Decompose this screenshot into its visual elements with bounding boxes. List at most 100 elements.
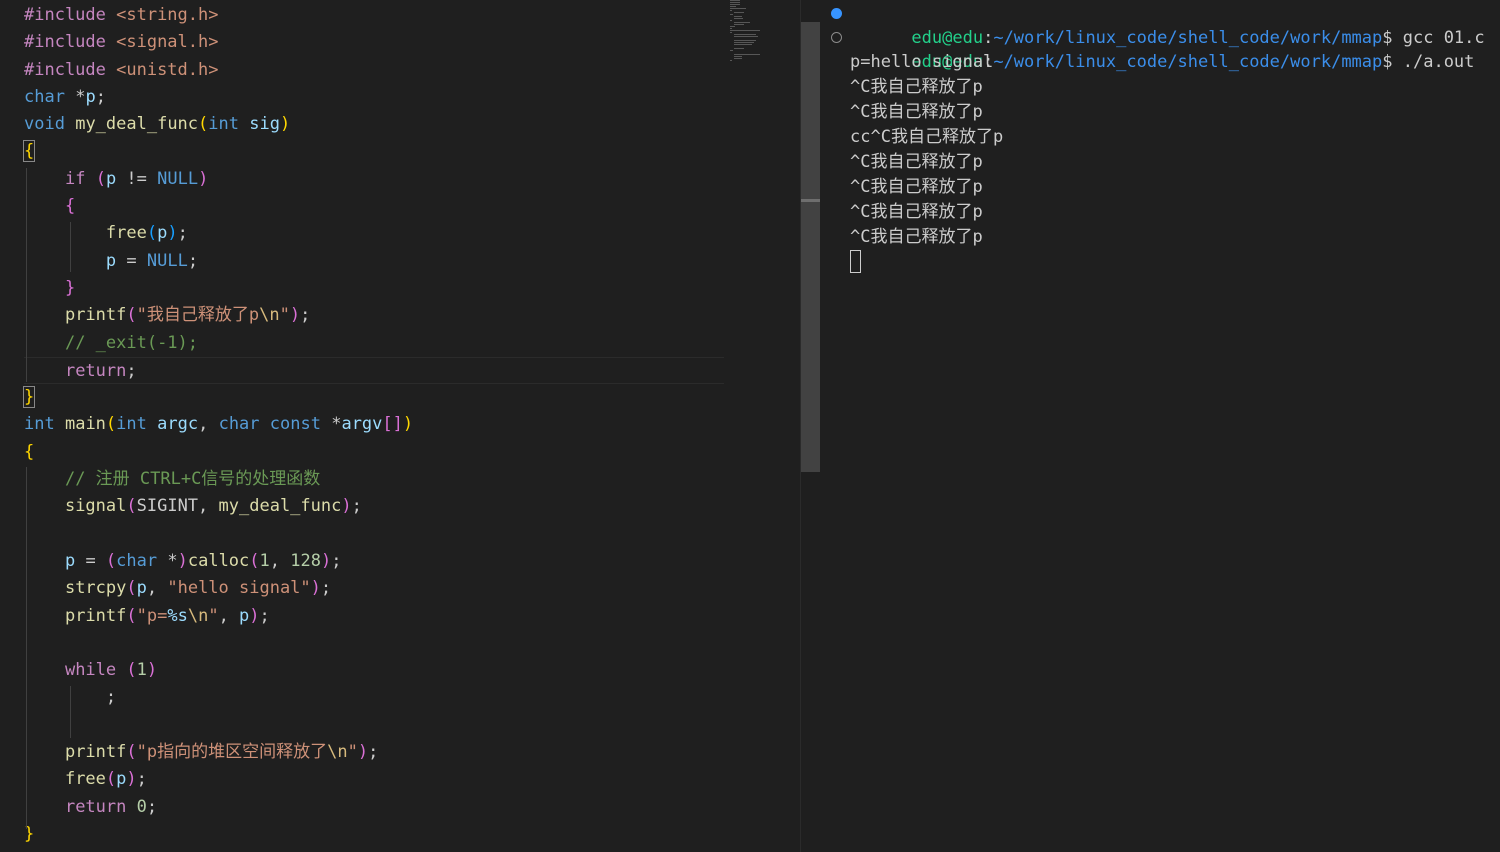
code-line[interactable]: void my_deal_func(int sig) — [24, 111, 724, 138]
code-line[interactable]: p = NULL; — [24, 248, 724, 275]
code-line[interactable]: } — [24, 821, 724, 848]
minimap-line — [730, 20, 732, 21]
indent-guide — [26, 467, 27, 829]
code-line[interactable]: #include <string.h> — [24, 2, 724, 29]
code-line[interactable]: { — [24, 193, 724, 220]
command-success-decoration-icon[interactable] — [831, 8, 842, 19]
code-line[interactable]: strcpy(p, "hello signal"); — [24, 575, 724, 602]
code-token: char — [24, 86, 65, 107]
minimap-line — [730, 14, 733, 15]
code-token: \n — [259, 305, 280, 326]
terminal-output-line: ^C我自己释放了p — [850, 102, 983, 122]
code-line[interactable]: return 0; — [24, 794, 724, 821]
prompt-symbol: $ — [1382, 52, 1403, 72]
code-token: // _exit(-1); — [64, 332, 199, 353]
code-token: 128 — [290, 550, 321, 571]
code-token: " — [208, 605, 219, 626]
terminal-output-line: p=hello signal — [850, 52, 994, 72]
code-line[interactable]: if (p != NULL) — [24, 166, 724, 193]
code-token: p — [136, 578, 147, 599]
terminal-output-line: ^C我自己释放了p — [850, 227, 983, 247]
code-token: #include — [24, 5, 117, 25]
code-token: const — [269, 414, 321, 435]
editor-scrollbar-thumb[interactable] — [801, 22, 820, 472]
code-line[interactable]: ; — [24, 684, 724, 711]
code-token: p — [85, 86, 96, 107]
code-line[interactable]: // _exit(-1); — [24, 330, 724, 357]
minimap-line — [734, 44, 752, 45]
code-token: " — [347, 742, 358, 763]
code-token: ( — [126, 660, 137, 681]
code-line[interactable] — [24, 630, 724, 657]
terminal-panel[interactable]: edu@edu:~/work/linux_code/shell_code/wor… — [821, 0, 1500, 852]
code-line[interactable]: signal(SIGINT, my_deal_func); — [24, 493, 724, 520]
minimap-line — [730, 0, 740, 1]
code-token: , — [218, 605, 240, 626]
minimap-line — [734, 16, 742, 17]
code-line[interactable]: { — [22, 138, 724, 165]
code-line[interactable] — [24, 712, 724, 739]
code-line[interactable]: } — [24, 275, 724, 302]
terminal-cursor — [850, 250, 861, 273]
workbench: #include <string.h> #include <signal.h> #i… — [0, 0, 1500, 852]
code-line[interactable]: p = (char *)calloc(1, 128); — [24, 548, 724, 575]
code-token: ) — [177, 550, 188, 571]
code-token: int — [116, 414, 147, 435]
minimap[interactable] — [730, 0, 790, 70]
code-token: if — [64, 168, 86, 189]
code-token: 1 — [136, 660, 147, 681]
minimap-line — [730, 8, 746, 9]
minimap-line — [734, 48, 744, 49]
command-running-decoration-icon[interactable] — [831, 32, 842, 43]
code-token: int — [24, 414, 55, 435]
code-token: printf — [64, 305, 127, 326]
code-token: "p指向的堆区空间释放了 — [136, 742, 328, 763]
code-line[interactable]: char *p; — [24, 84, 724, 111]
code-token: * — [320, 414, 342, 435]
code-token: "我自己释放了p — [136, 305, 260, 326]
code-line[interactable]: printf("p指向的堆区空间释放了\n"); — [24, 739, 724, 766]
code-line[interactable]: free(p); — [24, 220, 724, 247]
code-token: ) — [357, 742, 369, 763]
code-line[interactable]: int main(int argc, char const *argv[]) — [24, 411, 724, 438]
code-token: p — [105, 250, 117, 271]
code-line[interactable]: printf("我自己释放了p\n"); — [24, 302, 724, 329]
code-token: p — [64, 550, 76, 571]
code-line[interactable]: { — [24, 439, 724, 466]
code-token: #include — [24, 59, 117, 80]
code-token: ( — [105, 414, 117, 435]
code-lines[interactable]: #include <string.h> #include <signal.h> #i… — [22, 2, 724, 848]
code-token: ( — [249, 550, 260, 571]
prompt-path: ~/work/linux_code/shell_code/work/mmap — [993, 52, 1383, 72]
minimap-line — [730, 26, 735, 27]
code-token: ( — [126, 578, 137, 599]
code-line[interactable] — [24, 521, 724, 548]
code-line[interactable]: #include <signal.h> — [24, 29, 724, 56]
code-line[interactable]: } — [22, 384, 724, 411]
code-editor[interactable]: #include <string.h> #include <signal.h> #i… — [0, 0, 800, 852]
code-line[interactable]: free(p); — [24, 766, 724, 793]
minimap-line — [734, 42, 754, 43]
code-line[interactable]: while (1) — [24, 657, 724, 684]
code-token: void — [24, 114, 65, 135]
code-token: ) — [198, 168, 209, 189]
code-token: ; — [187, 250, 199, 271]
code-line[interactable]: // 注册 CTRL+C信号的处理函数 — [24, 466, 724, 493]
code-token: return — [64, 796, 127, 817]
code-token: ) — [167, 223, 178, 244]
code-token: ) — [279, 114, 291, 135]
code-token: %s — [167, 605, 188, 626]
code-line[interactable]: printf("p=%s\n", p); — [24, 603, 724, 630]
code-line[interactable]: return; — [24, 356, 724, 385]
code-token: ; — [177, 223, 188, 244]
code-token: * — [157, 550, 178, 571]
code-line[interactable]: #include <unistd.h> — [24, 57, 724, 84]
